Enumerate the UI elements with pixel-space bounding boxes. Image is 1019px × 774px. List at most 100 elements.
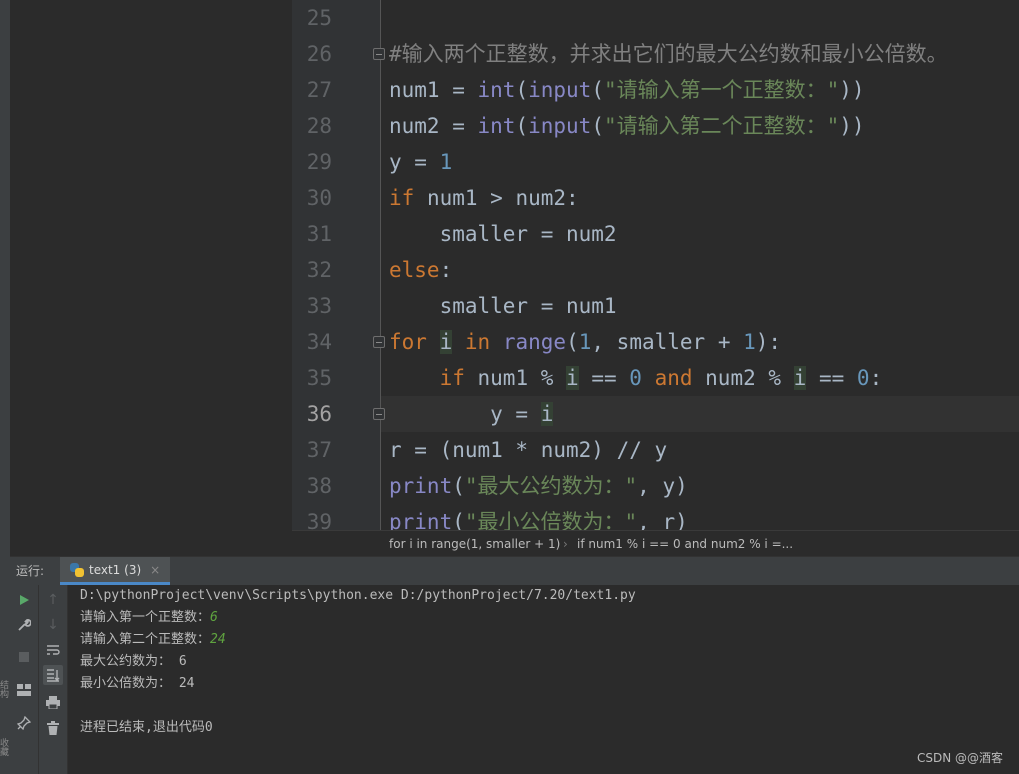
- line-number-gutter: 25 26 27 28 29 30 31 32 33 34 35 36 37 3…: [292, 0, 381, 530]
- run-console-output[interactable]: D:\pythonProject\venv\Scripts\python.exe…: [68, 585, 1019, 774]
- print-button[interactable]: [43, 692, 63, 712]
- layout-button[interactable]: [14, 680, 34, 700]
- arrow-up-icon: ↑: [47, 592, 59, 608]
- run-toolbar-primary: [10, 585, 39, 774]
- run-tab-text1[interactable]: text1 (3) ×: [60, 557, 171, 585]
- number-literal: 1: [439, 150, 453, 174]
- line-number: 25: [306, 6, 332, 30]
- expression: num1 > num2:: [414, 186, 579, 210]
- scroll-to-end-button[interactable]: [43, 665, 63, 685]
- code-line-34: for i in range(1, smaller + 1):: [389, 324, 781, 360]
- wrench-icon: [18, 618, 31, 631]
- console-exit-message: 进程已结束,退出代码0: [80, 720, 213, 735]
- statement: smaller = num1: [389, 294, 617, 318]
- operator: ==: [806, 366, 857, 390]
- line-number: 34: [306, 330, 332, 354]
- console-user-input: 24: [210, 632, 226, 647]
- pin-tab-button[interactable]: [14, 713, 34, 733]
- console-output-gcd: 最大公约数为： 6: [80, 654, 187, 669]
- console-prompt: 请输入第一个正整数：: [80, 610, 211, 625]
- clear-all-button[interactable]: [43, 718, 63, 738]
- operator: ==: [578, 366, 630, 390]
- number-literal: 1: [578, 330, 592, 354]
- builtin-range: range: [502, 330, 567, 354]
- paren: )): [839, 114, 865, 138]
- statement: r = (num1 * num2) // y: [389, 438, 668, 462]
- assignment: y =: [389, 150, 440, 174]
- code-line-30: if num1 > num2:: [389, 180, 579, 216]
- code-editor[interactable]: #输入两个正整数，并求出它们的最大公约数和最小公倍数。 num1 = int(i…: [381, 0, 1019, 530]
- line-number: 39: [306, 510, 332, 530]
- run-toolbar-secondary: ↑ ↓: [39, 585, 68, 774]
- line-number: 33: [306, 294, 332, 318]
- line-number: 37: [306, 438, 332, 462]
- loop-variable-highlight: i: [439, 330, 453, 354]
- assignment: y =: [389, 402, 541, 426]
- line-number-current: 36: [306, 402, 332, 426]
- paren: (: [452, 474, 465, 498]
- line-number: 26: [306, 42, 332, 66]
- stop-button[interactable]: [14, 647, 34, 667]
- rerun-button[interactable]: [14, 590, 34, 610]
- code-line-26: #输入两个正整数，并求出它们的最大公约数和最小公倍数。: [389, 36, 948, 72]
- soft-wrap-button[interactable]: [43, 640, 63, 660]
- string-literal: "最大公约数为：": [464, 474, 638, 498]
- code-line-29: y = 1: [389, 144, 452, 180]
- code-line-36: y = i: [389, 396, 554, 432]
- layout-icon: [17, 684, 31, 696]
- keyword-if: if: [389, 186, 415, 210]
- loop-variable-highlight: i: [540, 402, 554, 426]
- builtin-input: input: [528, 114, 592, 138]
- console-output-lcm: 最小公倍数为： 24: [80, 676, 195, 691]
- line-number: 35: [306, 366, 332, 390]
- paren: ):: [755, 330, 782, 354]
- paren: )): [839, 78, 865, 102]
- code-line-33: smaller = num1: [389, 288, 617, 324]
- builtin-input: input: [528, 78, 592, 102]
- edit-config-button[interactable]: [14, 615, 34, 635]
- code-line-37: r = (num1 * num2) // y: [389, 432, 667, 468]
- breadcrumb-item-for[interactable]: for i in range(1, smaller + 1): [389, 531, 560, 557]
- string-literal: "请输入第二个正整数：": [603, 114, 840, 138]
- printer-icon: [46, 695, 60, 709]
- console-prompt: 请输入第二个正整数：: [80, 632, 211, 647]
- identifier: num2: [389, 114, 440, 138]
- loop-variable-highlight: i: [566, 366, 579, 390]
- code-line-38: print("最大公约数为：", y): [389, 468, 688, 504]
- keyword-else: else: [389, 258, 440, 282]
- project-panel-area: [10, 0, 292, 556]
- arguments: , r): [637, 510, 688, 530]
- breadcrumb-item-if[interactable]: if num1 % i == 0 and num2 % i =...: [577, 531, 793, 557]
- keyword-for: for: [389, 330, 427, 354]
- expression: , smaller +: [591, 330, 744, 354]
- builtin-int: int: [477, 78, 516, 102]
- python-icon: [70, 562, 84, 577]
- close-icon[interactable]: ×: [150, 563, 160, 577]
- side-label: 收藏: [0, 738, 8, 756]
- watermark: CSDN @@酒客: [916, 751, 1003, 765]
- line-number: 27: [306, 78, 332, 102]
- line-number: 29: [306, 150, 332, 174]
- code-line-28: num2 = int(input("请输入第二个正整数：")): [389, 108, 865, 144]
- side-label: 结构: [0, 680, 8, 698]
- code-line-39: print("最小公倍数为：", r): [389, 504, 688, 530]
- paren: (: [452, 510, 465, 530]
- paren: (: [515, 114, 529, 138]
- breadcrumb: for i in range(1, smaller + 1) › if num1…: [292, 530, 1019, 557]
- paren: (: [591, 78, 604, 102]
- run-tool-window-header: 运行: text1 (3) ×: [10, 556, 1019, 586]
- statement: smaller = num2: [389, 222, 617, 246]
- scroll-down-button[interactable]: ↓: [43, 615, 63, 635]
- line-number: 31: [306, 222, 332, 246]
- paren: (: [591, 114, 604, 138]
- keyword-if: if: [439, 366, 465, 390]
- scroll-up-button[interactable]: ↑: [43, 590, 63, 610]
- arguments: , y): [637, 474, 688, 498]
- colon: :: [439, 258, 453, 282]
- code-line-35: if num1 % i == 0 and num2 % i == 0:: [389, 360, 882, 396]
- expression: num2 %: [692, 366, 794, 390]
